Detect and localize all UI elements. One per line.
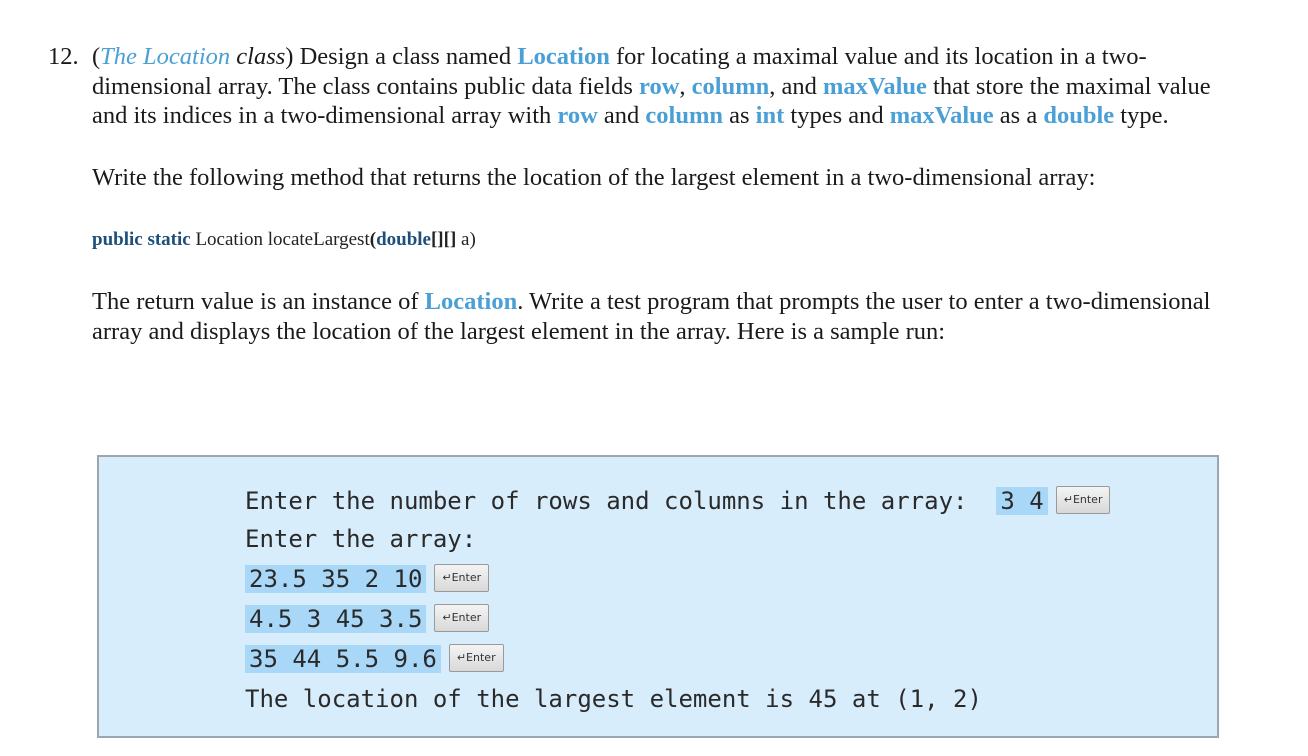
user-input-row-1: 23.5 35 2 10 — [245, 565, 427, 593]
code-location: Location — [424, 288, 518, 315]
method-instruction: Write the following method that returns … — [92, 164, 1096, 191]
signature-return-type: Location — [190, 229, 268, 250]
problem-number: 12. — [48, 43, 79, 70]
code-maxvalue: maxValue — [889, 102, 994, 129]
code-maxvalue: maxValue — [822, 72, 927, 100]
enter-key-icon: ↵Enter — [1055, 486, 1111, 514]
code-location: Location — [517, 43, 610, 70]
code-row: row — [639, 72, 680, 100]
console-line-row-3: 35 44 5.5 9.6 ↵Enter — [245, 641, 504, 677]
console-line-row-2: 4.5 3 45 3.5 ↵Enter — [245, 601, 490, 637]
method-signature: public static Location locateLargest(dou… — [92, 229, 476, 250]
code-column: column — [645, 102, 723, 129]
enter-key-icon: ↵Enter — [434, 604, 490, 632]
console-line-result: The location of the largest element is 4… — [245, 685, 982, 713]
return-line-2: array and displays the location of the l… — [92, 317, 946, 345]
signature-param-type: double — [376, 229, 431, 250]
return-description: The return value is an instance of Locat… — [92, 287, 1210, 346]
console-line-row-1: 23.5 35 2 10 ↵Enter — [245, 561, 490, 597]
title-class-name: The Location — [100, 43, 231, 70]
enter-key-icon: ↵Enter — [448, 644, 504, 672]
user-input-row-3: 35 44 5.5 9.6 — [245, 645, 441, 673]
sample-run-console: Enter the number of rows and columns in … — [97, 455, 1219, 738]
code-row: row — [557, 102, 598, 129]
signature-modifiers: public static — [92, 229, 191, 250]
statement-line-1: (The Location class) Design a class name… — [92, 43, 1147, 70]
enter-key-icon: ↵Enter — [434, 564, 490, 592]
code-double: double — [1043, 102, 1115, 129]
user-input-dimensions: 3 4 — [996, 487, 1048, 515]
statement-line-3: and its indices in a two-dimensional arr… — [92, 102, 1169, 129]
signature-method-name: locateLargest — [267, 229, 370, 250]
console-line-prompt: Enter the number of rows and columns in … — [245, 483, 1111, 519]
return-line-1: The return value is an instance of Locat… — [92, 288, 1211, 315]
problem-statement: (The Location class) Design a class name… — [92, 42, 1211, 131]
console-line-enter-array: Enter the array: — [245, 525, 477, 553]
code-int: int — [755, 102, 785, 129]
signature-param: a) — [456, 229, 476, 250]
title-class-word: class — [236, 43, 286, 70]
user-input-row-2: 4.5 3 45 3.5 — [245, 605, 427, 633]
code-column: column — [691, 72, 770, 100]
statement-line-2: dimensional array. The class contains pu… — [92, 72, 1211, 100]
